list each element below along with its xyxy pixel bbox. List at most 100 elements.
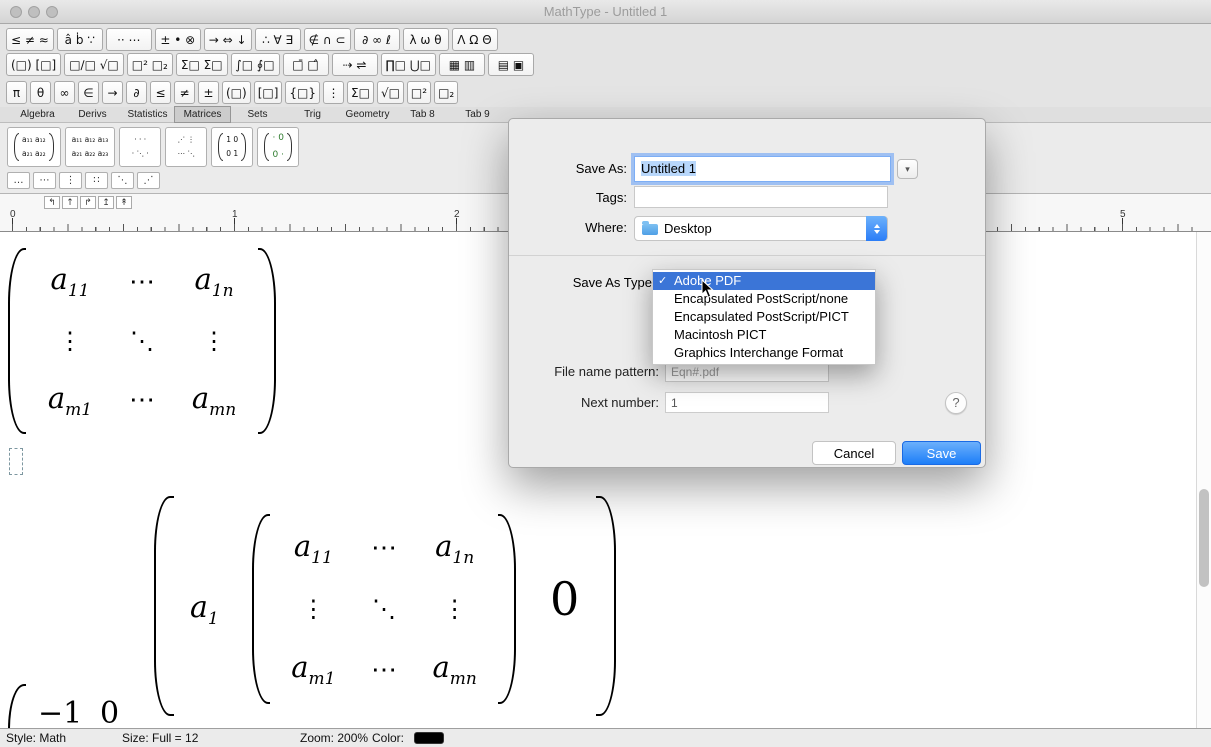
ellipsis-up-diagonal-button[interactable]: ⋰ xyxy=(137,172,160,189)
quick-symbol-theta-button[interactable]: θ xyxy=(30,81,51,104)
template-toolbar-row-2: (□) [□] □∕□ √□ □² □₂ Σ□ Σ□ ∫□ ∮□ □̄ □̂ ⇢… xyxy=(6,53,534,76)
template-preview: a₁₁ a₁₂ a₁₃ a₂₁ a₂₂ a₂₃ xyxy=(72,133,109,162)
slot-matrix-template-button[interactable]: · 0 0 · xyxy=(257,127,299,167)
quick-symbol-pi-button[interactable]: π xyxy=(6,81,27,104)
matrix-2x2-template-button[interactable]: a₁₁ a₁₂ a₂₁ a₂₂ xyxy=(7,127,61,167)
quick-template-brackets-button[interactable]: [□] xyxy=(254,81,283,104)
tab-stop-center-button[interactable]: ↑ xyxy=(62,196,78,209)
menu-item-eps-pict[interactable]: Encapsulated PostScript/PICT xyxy=(653,308,875,326)
menu-item-adobe-pdf[interactable]: ✓ Adobe PDF xyxy=(653,272,875,290)
quick-symbol-plusminus-button[interactable]: ± xyxy=(198,81,219,104)
matrix-grid-template-button[interactable]: a₁₁ a₁₂ a₁₃ a₂₁ a₂₂ a₂₃ xyxy=(65,127,116,167)
tab-algebra[interactable]: Algebra xyxy=(10,107,65,122)
paren-glyph xyxy=(287,133,292,161)
tab-tab-8[interactable]: Tab 8 xyxy=(395,107,450,122)
paren-glyph xyxy=(241,133,246,161)
tab-matrices[interactable]: Matrices xyxy=(175,107,230,122)
quick-symbol-infinity-button[interactable]: ∞ xyxy=(54,81,75,104)
quick-symbol-leq-button[interactable]: ≤ xyxy=(150,81,171,104)
matrix-cell: ⋮ xyxy=(443,595,467,623)
tab-derivs[interactable]: Derivs xyxy=(65,107,120,122)
dotted-matrix-template-button[interactable]: · · · · ⋱ · xyxy=(119,127,161,167)
vertical-scrollbar[interactable] xyxy=(1196,232,1211,728)
ellipsis-low-button[interactable]: … xyxy=(7,172,30,189)
product-set-templates-button[interactable]: ∏□ ⋃□ xyxy=(381,53,436,76)
tab-stop-bar-button[interactable]: ↟ xyxy=(116,196,132,209)
save-as-label: Save As: xyxy=(509,161,627,176)
identity-matrix-template-button[interactable]: 1 0 0 1 xyxy=(211,127,253,167)
relational-symbols-button[interactable]: ≤ ≠ ≈ xyxy=(6,28,54,51)
tab-tab-9[interactable]: Tab 9 xyxy=(450,107,505,122)
tab-geometry[interactable]: Geometry xyxy=(340,107,395,122)
tab-stop-decimal-button[interactable]: ↥ xyxy=(98,196,114,209)
save-button[interactable]: Save xyxy=(902,441,981,465)
equation-fragment: −1 0 xyxy=(8,684,168,728)
quick-symbol-element-button[interactable]: ∈ xyxy=(78,81,99,104)
matrix-cell: ⋯ xyxy=(371,655,397,685)
quick-template-dots-button[interactable]: ⋮ xyxy=(323,81,344,104)
logic-symbols-button[interactable]: ∴ ∀ ∃ xyxy=(255,28,301,51)
quick-symbol-partial-button[interactable]: ∂ xyxy=(126,81,147,104)
quick-template-braces-button[interactable]: {□} xyxy=(285,81,320,104)
left-paren xyxy=(252,514,270,704)
labeled-arrow-templates-button[interactable]: ⇢ ⇌ xyxy=(332,53,378,76)
fraction-radical-templates-button[interactable]: □∕□ √□ xyxy=(64,53,124,76)
set-theory-symbols-button[interactable]: ∉ ∩ ⊂ xyxy=(304,28,351,51)
where-popup[interactable]: Desktop xyxy=(634,216,888,241)
quick-symbol-neq-button[interactable]: ≠ xyxy=(174,81,195,104)
arrow-symbols-button[interactable]: → ⇔ ↓ xyxy=(204,28,252,51)
matrix-expression-2: a1 a11 ⋯ a1n ⋮ ⋱ ⋮ am1 ⋯ amn 0 xyxy=(150,494,622,728)
box-templates-button[interactable]: ▤ ▣ xyxy=(488,53,534,76)
tab-sets[interactable]: Sets xyxy=(230,107,285,122)
script-templates-button[interactable]: □² □₂ xyxy=(127,53,173,76)
ellipsis-proportion-button[interactable]: ∷ xyxy=(85,172,108,189)
next-number-input[interactable] xyxy=(665,392,829,413)
quick-symbol-arrow-button[interactable]: → xyxy=(102,81,123,104)
save-as-input[interactable]: Untitled 1 xyxy=(634,156,891,182)
tab-statistics[interactable]: Statistics xyxy=(120,107,175,122)
quick-template-radical-button[interactable]: √□ xyxy=(377,81,404,104)
status-size[interactable]: Size: Full = 12 xyxy=(122,731,198,745)
matrix-templates-button[interactable]: ▦ ▥ xyxy=(439,53,485,76)
matrix-cell: ⋱ xyxy=(130,327,154,355)
scrollbar-thumb[interactable] xyxy=(1199,489,1209,587)
cancel-button[interactable]: Cancel xyxy=(812,441,896,465)
menu-item-macintosh-pict[interactable]: Macintosh PICT xyxy=(653,326,875,344)
tab-stop-left-button[interactable]: ↰ xyxy=(44,196,60,209)
integral-templates-button[interactable]: ∫□ ∮□ xyxy=(231,53,280,76)
ellipsis-template-row: … ⋯ ⋮ ∷ ⋱ ⋰ xyxy=(7,172,160,189)
menu-item-eps-none[interactable]: Encapsulated PostScript/none xyxy=(653,290,875,308)
tab-stop-right-button[interactable]: ↱ xyxy=(80,196,96,209)
status-zoom[interactable]: Zoom: 200% xyxy=(300,731,368,745)
greek-uppercase-button[interactable]: Λ Ω Θ xyxy=(452,28,498,51)
matrix-cell: ⋯ xyxy=(129,385,155,415)
underbar-overbar-templates-button[interactable]: □̄ □̂ xyxy=(283,53,329,76)
help-button[interactable]: ? xyxy=(945,392,967,414)
ellipsis-down-diagonal-button[interactable]: ⋱ xyxy=(111,172,134,189)
menu-item-gif[interactable]: Graphics Interchange Format xyxy=(653,344,875,362)
matrix-cell: amn xyxy=(192,381,236,420)
quick-template-parens-button[interactable]: (□) xyxy=(222,81,251,104)
checkmark-icon: ✓ xyxy=(658,272,667,290)
status-style[interactable]: Style: Math xyxy=(6,731,66,745)
expand-dialog-button[interactable]: ▾ xyxy=(897,159,918,179)
quick-template-superscript-button[interactable]: □² xyxy=(407,81,431,104)
quick-template-sum-button[interactable]: Σ□ xyxy=(347,81,374,104)
tab-trig[interactable]: Trig xyxy=(285,107,340,122)
greek-lowercase-button[interactable]: λ ω θ xyxy=(403,28,449,51)
ellipsis-center-button[interactable]: ⋯ xyxy=(33,172,56,189)
sum-templates-button[interactable]: Σ□ Σ□ xyxy=(176,53,228,76)
tags-input[interactable] xyxy=(634,186,888,208)
empty-slot[interactable] xyxy=(9,448,23,475)
quick-template-subscript-button[interactable]: □₂ xyxy=(434,81,458,104)
fence-templates-button[interactable]: (□) [□] xyxy=(6,53,61,76)
ruler-number: 1 xyxy=(232,209,238,220)
color-swatch[interactable] xyxy=(414,732,444,744)
ellipsis-vertical-button[interactable]: ⋮ xyxy=(59,172,82,189)
embellishments-button[interactable]: â ḃ ∵ xyxy=(57,28,103,51)
spacing-ellipses-button[interactable]: ⋅⋅ ⋯ xyxy=(106,28,152,51)
operator-symbols-button[interactable]: ± • ⊗ xyxy=(155,28,201,51)
diagonal-dots-template-button[interactable]: ⋰ ⋮ ⋯ ⋱ xyxy=(165,127,207,167)
misc-symbols-button[interactable]: ∂ ∞ ℓ xyxy=(354,28,400,51)
matrix-cell: ⋯ xyxy=(371,533,397,563)
